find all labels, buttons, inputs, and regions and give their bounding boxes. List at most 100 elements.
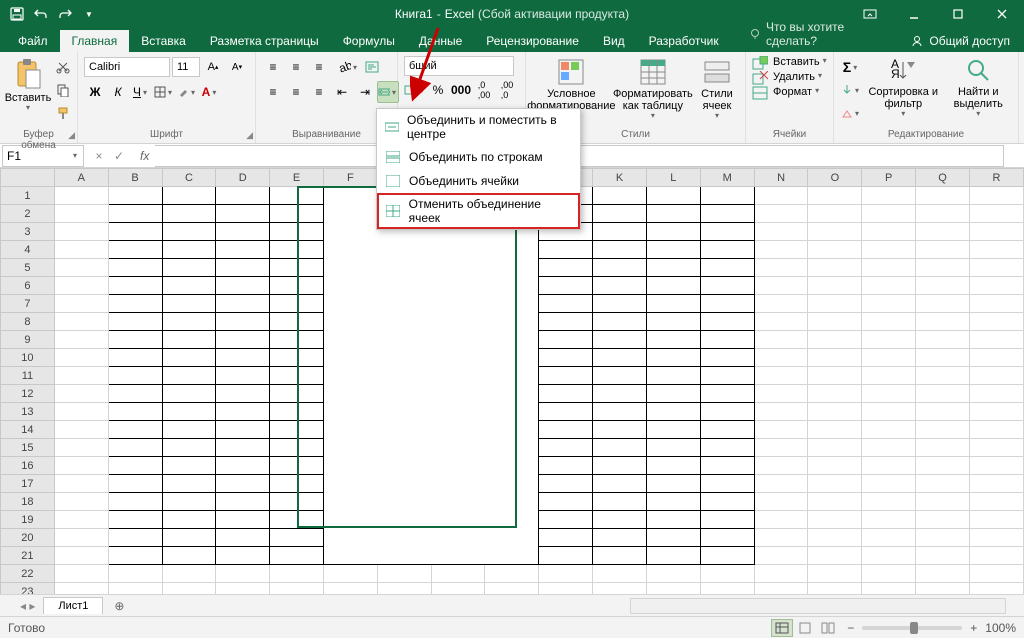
- col-header[interactable]: F: [323, 169, 377, 187]
- cell[interactable]: [593, 439, 647, 457]
- cell[interactable]: [862, 457, 916, 475]
- cell[interactable]: [162, 295, 216, 313]
- cell[interactable]: [539, 349, 593, 367]
- cell[interactable]: [216, 475, 270, 493]
- cell[interactable]: [270, 313, 324, 331]
- cell[interactable]: [54, 565, 108, 583]
- row-header[interactable]: 8: [1, 313, 55, 331]
- cell[interactable]: [539, 511, 593, 529]
- share-button[interactable]: Общий доступ: [897, 30, 1024, 52]
- cell[interactable]: [108, 457, 162, 475]
- fill-color-icon[interactable]: ▾: [176, 81, 198, 103]
- row-header[interactable]: 20: [1, 529, 55, 547]
- number-format-input[interactable]: [404, 56, 514, 76]
- cell[interactable]: [862, 583, 916, 595]
- cell[interactable]: [593, 205, 647, 223]
- cell[interactable]: [270, 583, 324, 595]
- cell[interactable]: [108, 313, 162, 331]
- cell[interactable]: [969, 313, 1023, 331]
- cell[interactable]: [808, 259, 862, 277]
- cell[interactable]: [54, 223, 108, 241]
- cell[interactable]: [54, 475, 108, 493]
- cell[interactable]: [916, 349, 970, 367]
- cell[interactable]: [646, 565, 700, 583]
- cell[interactable]: [323, 565, 377, 583]
- cell[interactable]: [216, 565, 270, 583]
- cell[interactable]: [754, 331, 808, 349]
- decrease-decimal-icon[interactable]: ,00,0: [496, 79, 518, 101]
- cell[interactable]: [54, 457, 108, 475]
- cell[interactable]: [54, 349, 108, 367]
- cell[interactable]: [862, 475, 916, 493]
- col-header[interactable]: Q: [916, 169, 970, 187]
- sheet-tab-1[interactable]: Лист1: [43, 597, 103, 614]
- font-color-icon[interactable]: А▾: [199, 81, 221, 103]
- cell[interactable]: [216, 277, 270, 295]
- worksheet-grid[interactable]: ABCDEFGHIJKLMNOPQR1234567891011121314151…: [0, 168, 1024, 594]
- cell[interactable]: [754, 205, 808, 223]
- cell[interactable]: [162, 385, 216, 403]
- cell[interactable]: [646, 583, 700, 595]
- row-header[interactable]: 18: [1, 493, 55, 511]
- cell[interactable]: [162, 223, 216, 241]
- cell[interactable]: [862, 421, 916, 439]
- cell[interactable]: [108, 259, 162, 277]
- tab-review[interactable]: Рецензирование: [474, 30, 591, 52]
- cell[interactable]: [700, 187, 754, 205]
- cell[interactable]: [969, 475, 1023, 493]
- cell[interactable]: [54, 241, 108, 259]
- cell[interactable]: [808, 241, 862, 259]
- cell[interactable]: [754, 439, 808, 457]
- cell[interactable]: [270, 277, 324, 295]
- cell[interactable]: [862, 277, 916, 295]
- cell[interactable]: [54, 295, 108, 313]
- cell[interactable]: [916, 565, 970, 583]
- col-header[interactable]: B: [108, 169, 162, 187]
- cell[interactable]: [539, 529, 593, 547]
- cell[interactable]: [646, 385, 700, 403]
- cell[interactable]: [162, 259, 216, 277]
- delete-cells-button[interactable]: Удалить▾: [752, 71, 824, 85]
- cell[interactable]: [969, 547, 1023, 565]
- cell[interactable]: [862, 241, 916, 259]
- cell[interactable]: [700, 511, 754, 529]
- maximize-icon[interactable]: [936, 0, 980, 28]
- cell[interactable]: [162, 205, 216, 223]
- close-icon[interactable]: [980, 0, 1024, 28]
- page-break-view-icon[interactable]: [817, 619, 839, 637]
- cell[interactable]: [700, 583, 754, 595]
- cell[interactable]: [377, 583, 431, 595]
- cell[interactable]: [916, 241, 970, 259]
- cell[interactable]: [916, 439, 970, 457]
- cell[interactable]: [646, 205, 700, 223]
- cell[interactable]: [862, 349, 916, 367]
- cell[interactable]: [916, 205, 970, 223]
- cell[interactable]: [539, 457, 593, 475]
- cell[interactable]: [108, 277, 162, 295]
- cell[interactable]: [593, 259, 647, 277]
- cell[interactable]: [162, 439, 216, 457]
- underline-icon[interactable]: Ч▾: [130, 81, 152, 103]
- row-header[interactable]: 17: [1, 475, 55, 493]
- cell[interactable]: [108, 475, 162, 493]
- merge-center-button[interactable]: ▾: [377, 81, 399, 103]
- cell[interactable]: [216, 241, 270, 259]
- row-header[interactable]: 7: [1, 295, 55, 313]
- cell[interactable]: [969, 583, 1023, 595]
- cell[interactable]: [485, 583, 539, 595]
- row-header[interactable]: 22: [1, 565, 55, 583]
- row-header[interactable]: 5: [1, 259, 55, 277]
- row-header[interactable]: 3: [1, 223, 55, 241]
- cell[interactable]: [108, 529, 162, 547]
- align-center-icon[interactable]: ≡: [285, 81, 307, 103]
- add-sheet-button[interactable]: ⊕: [109, 599, 129, 613]
- cell[interactable]: [916, 511, 970, 529]
- cell[interactable]: [969, 457, 1023, 475]
- cell[interactable]: [539, 277, 593, 295]
- fill-icon[interactable]: ▾: [840, 79, 862, 101]
- row-header[interactable]: 23: [1, 583, 55, 595]
- tab-developer[interactable]: Разработчик: [637, 30, 731, 52]
- cell[interactable]: [539, 241, 593, 259]
- cell[interactable]: [216, 493, 270, 511]
- cancel-formula-icon[interactable]: ×: [90, 149, 108, 163]
